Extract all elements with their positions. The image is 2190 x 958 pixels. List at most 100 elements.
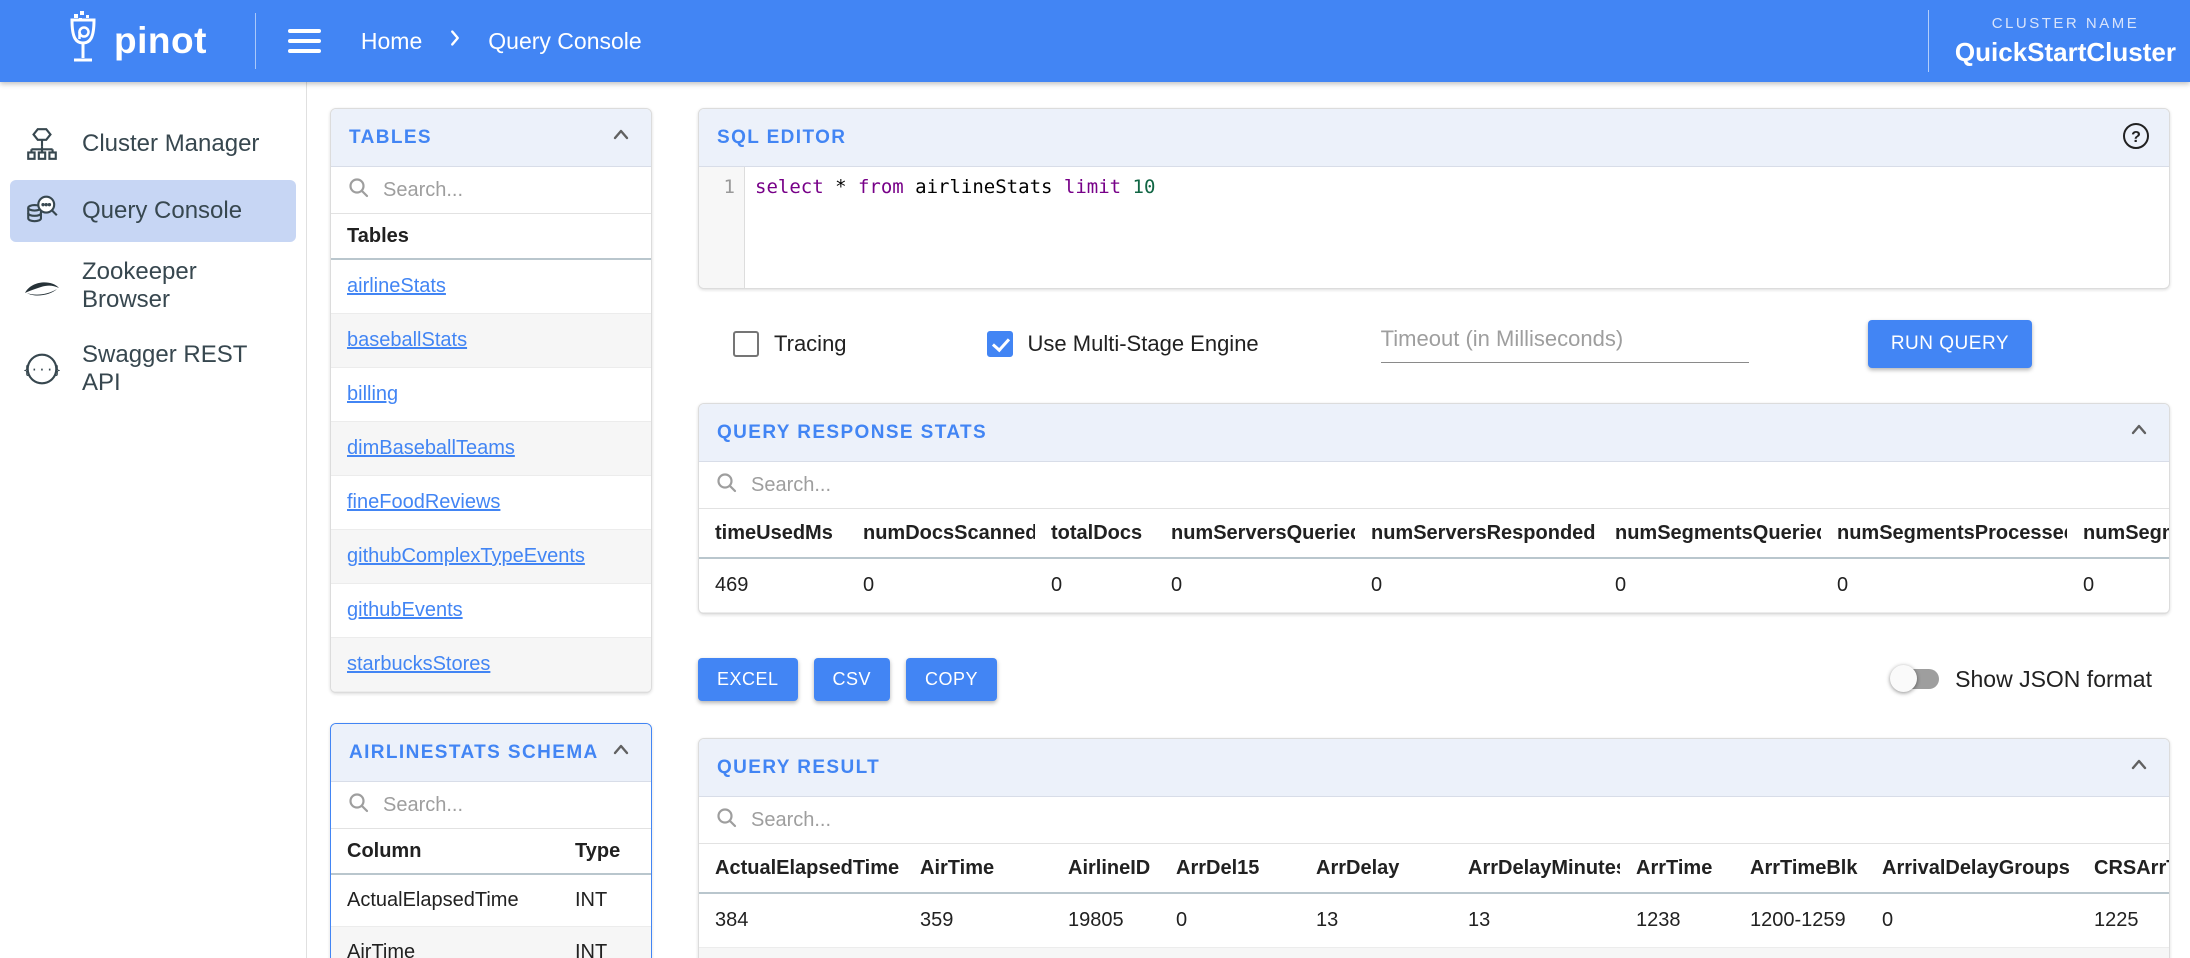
tables-column-header: Tables [331,214,651,260]
schema-column-header: Type [559,829,651,874]
breadcrumb-home-link[interactable]: Home [361,28,422,55]
sql-token: 10 [1133,176,1156,198]
result-search-input[interactable] [751,809,2153,832]
table-link[interactable]: githubEvents [347,599,463,621]
sidebar-item-label: Zookeeper Browser [82,258,284,314]
stats-column-header: numSegm [2067,509,2169,558]
query-console-icon [22,191,62,231]
tables-search [331,167,651,214]
json-format-control: Show JSON format [1893,666,2152,693]
left-column: TABLES Tables airlineStats baseballStats b… [330,82,652,958]
schema-column-header: Column [331,829,559,874]
header-divider [255,13,256,69]
result-cell: 1238 [1620,893,1734,948]
sql-query-text: select * from airlineStats limit 10 [745,167,1155,288]
stats-row: 4690000000 [699,558,2169,613]
show-json-toggle[interactable] [1893,669,1939,689]
sidebar-item-label: Query Console [82,197,242,225]
stats-panel-title: QUERY RESPONSE STATS [717,422,987,444]
schema-panel-header[interactable]: AIRLINESTATS SCHEMA [331,724,651,782]
result-column-header: ActualElapsedTime [699,844,904,893]
tables-search-input[interactable] [383,179,635,202]
multistage-control: Use Multi-Stage Engine [987,331,1259,357]
table-link[interactable]: dimBaseballTeams [347,437,515,459]
result-column-header: ArrDelayMinutes [1452,844,1620,893]
schema-search-input[interactable] [383,794,635,817]
result-cell: 0 [1160,893,1300,948]
result-row: 36935119805026015481600-165901625 [699,948,2169,958]
result-cell: 359 [904,893,1052,948]
breadcrumb-current: Query Console [488,28,641,55]
sidebar-item-zookeeper-browser[interactable]: Zookeeper Browser [10,247,296,325]
stats-search [699,462,2169,509]
search-icon [715,471,739,500]
stats-column-header: numSegmentsProcessed [1821,509,2067,558]
sidebar-item-cluster-manager[interactable]: Cluster Manager [10,113,296,175]
export-csv-button[interactable]: CSV [814,658,891,701]
table-list-item: airlineStats [331,260,651,314]
sql-editor-panel: SQL EDITOR ? 1 select * from airlineStat… [698,108,2170,289]
result-search [699,797,2169,844]
table-link[interactable]: baseballStats [347,329,467,351]
stats-panel-header[interactable]: QUERY RESPONSE STATS [699,404,2169,462]
table-link[interactable]: fineFoodReviews [347,491,500,513]
query-result-panel: QUERY RESULT ActualElapsedTimeAirTimeAir… [698,738,2170,958]
sql-token [1121,176,1132,198]
export-copy-button[interactable]: COPY [906,658,997,701]
multistage-engine-label: Use Multi-Stage Engine [1028,331,1259,357]
stats-column-header: totalDocs [1035,509,1155,558]
sidebar-item-query-console[interactable]: Query Console [10,180,296,242]
sql-code-editor[interactable]: 1 select * from airlineStats limit 10 [699,167,2169,288]
table-link[interactable]: billing [347,383,398,405]
multistage-engine-checkbox[interactable] [987,331,1013,357]
tracing-label: Tracing [774,331,847,357]
sql-editor-header: SQL EDITOR ? [699,109,2169,167]
menu-icon[interactable] [284,25,325,57]
result-column-header: CRSArrTime [2078,844,2169,893]
result-cell: 351 [904,948,1052,958]
result-panel-header[interactable]: QUERY RESULT [699,739,2169,797]
schema-search [331,782,651,829]
schema-row: AirTimeINT [331,927,651,958]
chevron-right-icon [444,27,466,55]
table-link[interactable]: githubComplexTypeEvents [347,545,585,567]
export-buttons: EXCEL CSV COPY [698,658,1013,701]
chevron-up-icon[interactable] [2127,753,2151,782]
schema-cell: AirTime [331,927,559,958]
sidebar-item-swagger-rest-api[interactable]: {···}Swagger REST API [10,330,296,408]
cluster-name-value: QuickStartCluster [1955,37,2176,68]
result-cell: 384 [699,893,904,948]
chevron-up-icon[interactable] [2127,418,2151,447]
result-cell: 1200-1259 [1734,893,1866,948]
stats-search-input[interactable] [751,474,2153,497]
search-icon [347,791,371,820]
timeout-input[interactable] [1381,326,1749,363]
search-icon [347,176,371,205]
result-cell: 1625 [2078,948,2169,958]
query-response-stats-panel: QUERY RESPONSE STATS timeUsedMsnumDocsSc… [698,403,2170,614]
export-excel-button[interactable]: EXCEL [698,658,798,701]
result-column-header: ArrivalDelayGroups [1866,844,2078,893]
chevron-up-icon[interactable] [609,738,633,767]
stats-column-header: numDocsScanned [847,509,1035,558]
cluster-name-label: CLUSTER NAME [1955,15,2176,32]
table-list-item: starbucksStores [331,638,651,692]
table-link[interactable]: starbucksStores [347,653,490,675]
result-cell: 13 [1300,893,1452,948]
tables-panel-header[interactable]: TABLES [331,109,651,167]
schema-panel-title: AIRLINESTATS SCHEMA [349,742,599,764]
table-link[interactable]: airlineStats [347,275,446,297]
table-list-item: githubComplexTypeEvents [331,530,651,584]
run-query-button[interactable]: RUN QUERY [1868,320,2032,368]
pinot-logo[interactable]: pinot [60,10,207,73]
stats-column-header: timeUsedMs [699,509,847,558]
pinot-logo-text: pinot [114,20,207,62]
table-list-item: baseballStats [331,314,651,368]
svg-text:?: ? [2131,129,2141,146]
result-panel-title: QUERY RESULT [717,757,880,779]
tracing-checkbox[interactable] [733,331,759,357]
sql-editor-title: SQL EDITOR [717,127,846,149]
chevron-up-icon[interactable] [609,123,633,152]
help-icon[interactable]: ? [2121,121,2151,154]
stats-cell: 0 [1821,558,2067,613]
